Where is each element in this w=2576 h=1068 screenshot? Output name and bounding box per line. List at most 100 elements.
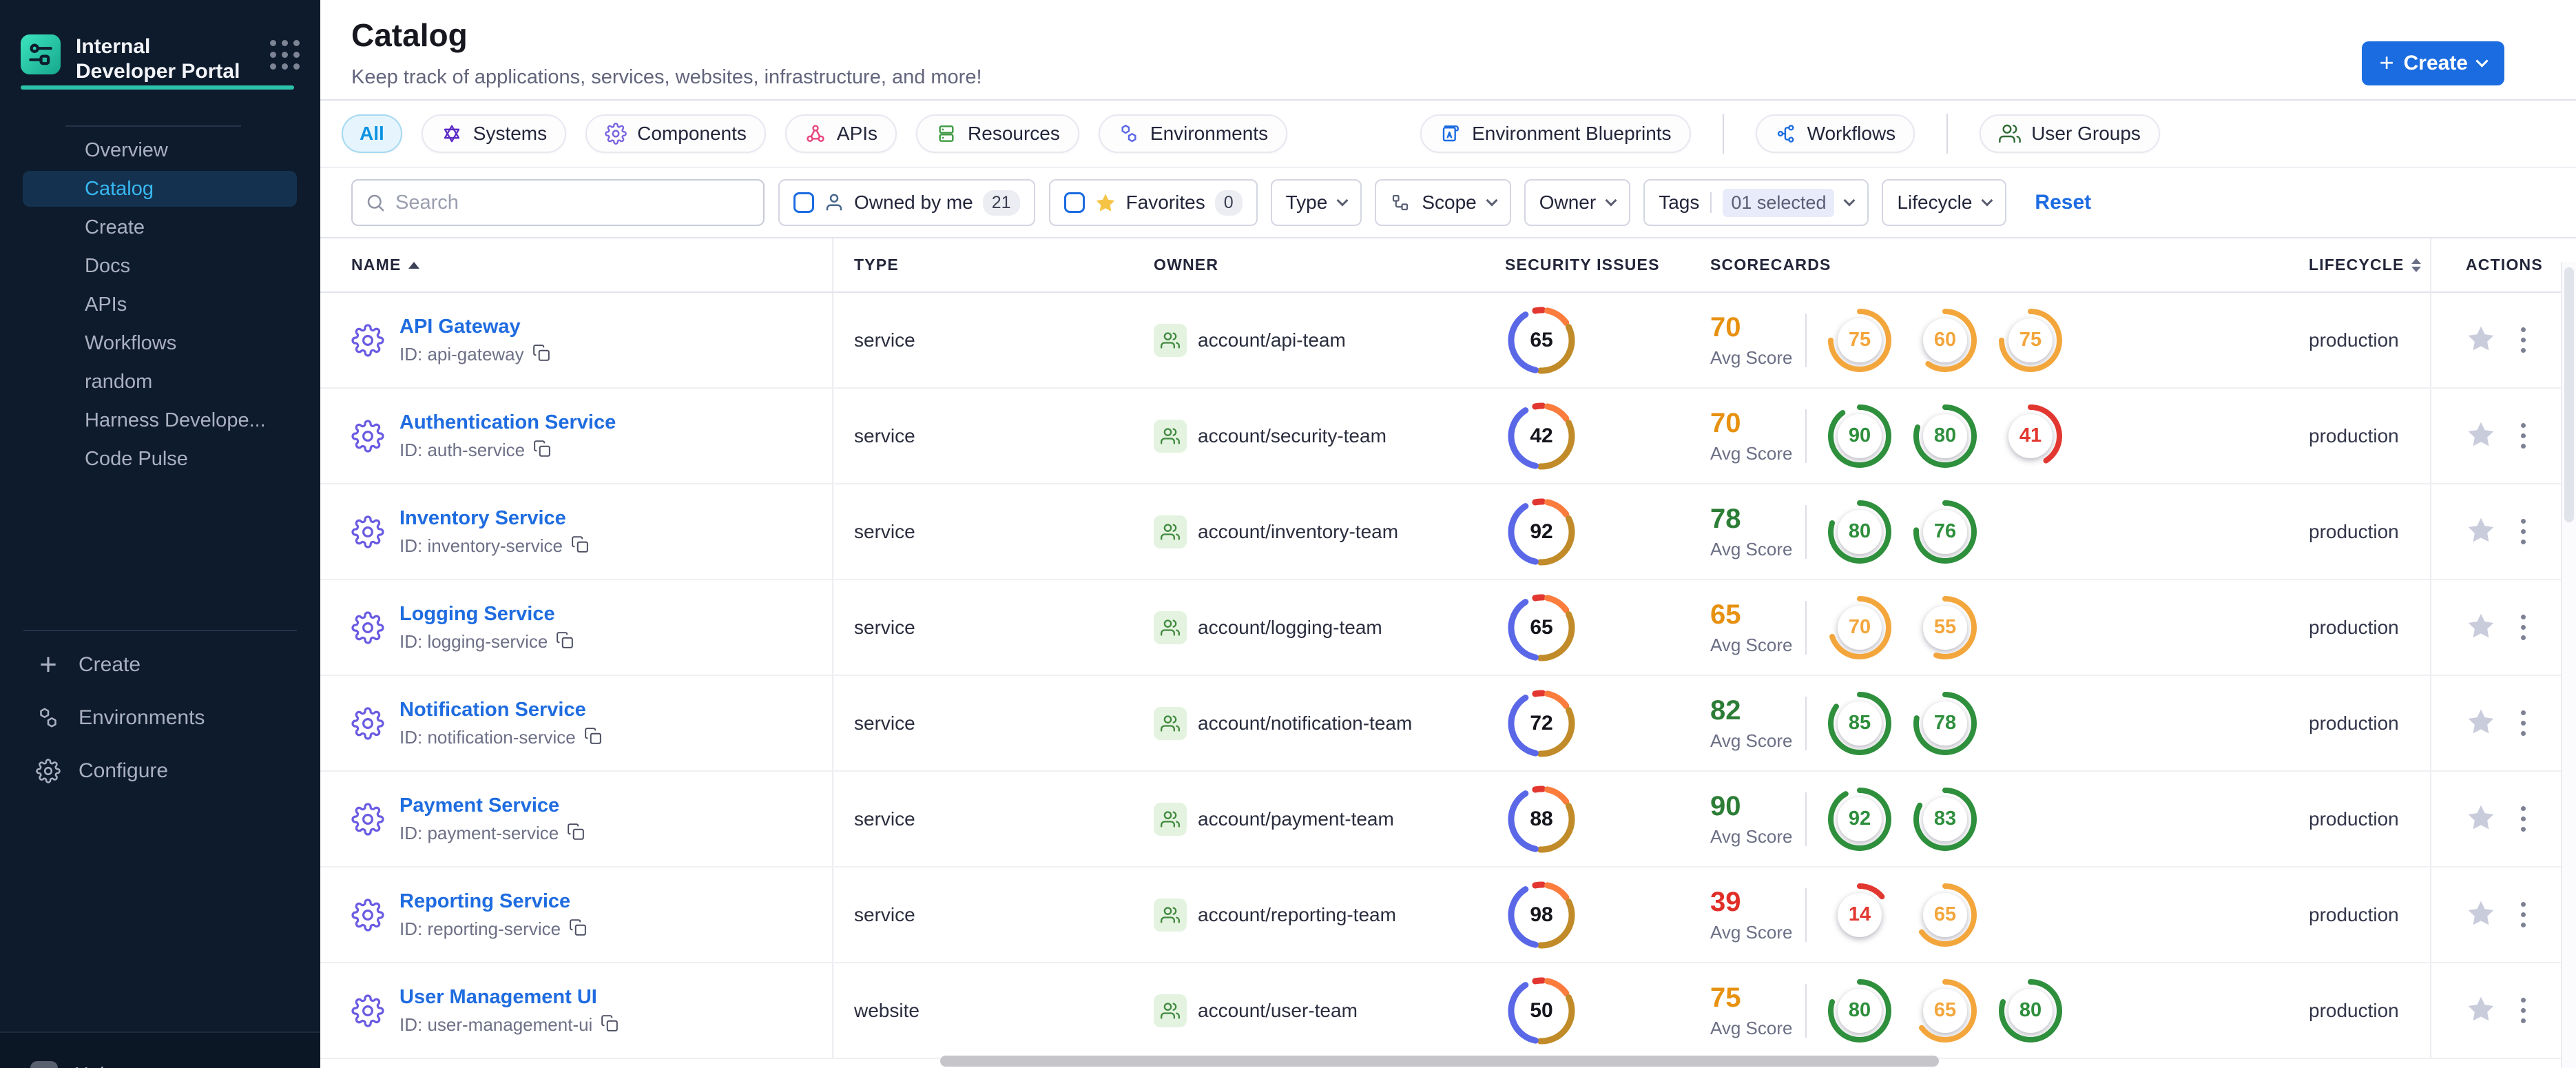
- favorite-star-icon[interactable]: [2466, 802, 2496, 836]
- scorecard-ring[interactable]: 76: [1913, 500, 1977, 564]
- kebab-menu-icon[interactable]: [2517, 323, 2530, 357]
- scorecard-ring[interactable]: 75: [1999, 308, 2062, 372]
- kebab-menu-icon[interactable]: [2517, 802, 2530, 836]
- copy-icon[interactable]: [533, 440, 551, 461]
- entity-name-link[interactable]: Payment Service: [399, 794, 585, 817]
- sidebar-item-harness-develope[interactable]: Harness Develope...: [23, 402, 297, 438]
- scorecard-ring[interactable]: 78: [1913, 691, 1977, 755]
- vertical-scrollbar[interactable]: [2561, 262, 2576, 1068]
- copy-icon[interactable]: [571, 535, 589, 557]
- tab-apis[interactable]: APIs: [785, 114, 897, 153]
- sidebar-item-docs[interactable]: Docs: [23, 248, 297, 284]
- entity-name-link[interactable]: Logging Service: [399, 603, 574, 626]
- kebab-menu-icon[interactable]: [2517, 610, 2530, 644]
- owner-name: account/logging-team: [1198, 616, 1382, 638]
- scorecard-ring[interactable]: 80: [1828, 500, 1891, 564]
- owned-by-me-checkbox[interactable]: [793, 192, 814, 213]
- favorite-star-icon[interactable]: [2466, 323, 2496, 357]
- scorecard-ring[interactable]: 80: [1828, 978, 1891, 1043]
- tab-systems[interactable]: Systems: [421, 114, 567, 153]
- scorecard-ring[interactable]: 14: [1828, 883, 1891, 947]
- scorecard-ring[interactable]: 75: [1828, 308, 1891, 372]
- entity-name-link[interactable]: Reporting Service: [399, 890, 587, 913]
- sidebar-item-help[interactable]: ? Help: [30, 1061, 116, 1068]
- sidebar-item-create[interactable]: Create: [23, 209, 297, 245]
- kebab-menu-icon[interactable]: [2517, 898, 2530, 932]
- column-header-owner[interactable]: OWNER: [1143, 238, 1488, 291]
- scorecard-ring[interactable]: 60: [1913, 308, 1977, 372]
- create-button[interactable]: + Create: [2361, 41, 2504, 85]
- favorite-star-icon[interactable]: [2466, 994, 2496, 1027]
- tab-user-groups[interactable]: User Groups: [1980, 114, 2160, 153]
- reset-filters-link[interactable]: Reset: [2035, 191, 2091, 214]
- copy-icon[interactable]: [556, 631, 574, 653]
- tab-environments[interactable]: Environments: [1098, 114, 1288, 153]
- scorecard-ring[interactable]: 65: [1913, 978, 1977, 1043]
- column-header-scorecards[interactable]: SCORECARDS: [1691, 238, 2280, 291]
- entity-name-link[interactable]: Notification Service: [399, 699, 602, 721]
- kebab-menu-icon[interactable]: [2517, 706, 2530, 740]
- column-header-name[interactable]: NAME: [320, 238, 833, 291]
- tab-workflows[interactable]: Workflows: [1755, 114, 1915, 153]
- copy-icon[interactable]: [584, 727, 602, 748]
- lifecycle-dropdown[interactable]: Lifecycle: [1882, 179, 2007, 226]
- sidebar-item-environments[interactable]: Environments: [0, 691, 320, 744]
- entity-name-link[interactable]: Inventory Service: [399, 507, 589, 530]
- tab-all[interactable]: All: [342, 114, 402, 153]
- entity-name-link[interactable]: User Management UI: [399, 986, 619, 1009]
- favorites-checkbox[interactable]: [1063, 192, 1085, 213]
- scorecard-ring[interactable]: 55: [1913, 595, 1977, 659]
- copy-icon[interactable]: [601, 1014, 619, 1036]
- sidebar-item-create[interactable]: + Create: [0, 638, 320, 691]
- scorecard-ring[interactable]: 65: [1913, 883, 1977, 947]
- tags-dropdown[interactable]: Tags 01 selected: [1643, 179, 1869, 226]
- sidebar-item-configure[interactable]: Configure: [0, 744, 320, 797]
- kebab-menu-icon[interactable]: [2517, 419, 2530, 453]
- column-header-lifecycle[interactable]: LIFECYCLE: [2280, 238, 2430, 291]
- horizontal-scrollbar[interactable]: [940, 1056, 1939, 1067]
- favorite-star-icon[interactable]: [2466, 898, 2496, 932]
- owned-by-me-filter[interactable]: Owned by me 21: [778, 179, 1035, 226]
- sidebar-item-catalog[interactable]: Catalog: [23, 171, 297, 207]
- copy-icon[interactable]: [569, 918, 587, 940]
- owner-dropdown[interactable]: Owner: [1524, 179, 1631, 226]
- entity-name-link[interactable]: Authentication Service: [399, 411, 616, 434]
- column-header-security-issues[interactable]: SECURITY ISSUES: [1488, 238, 1691, 291]
- lifecycle-cell: production: [2309, 999, 2399, 1021]
- tab-environment-blueprints[interactable]: Environment Blueprints: [1420, 114, 1691, 153]
- scorecard-ring[interactable]: 80: [1999, 978, 2062, 1043]
- scorecard-value: 80: [1848, 520, 1871, 542]
- tab-resources[interactable]: Resources: [916, 114, 1079, 153]
- scorecard-ring[interactable]: 83: [1913, 787, 1977, 851]
- kebab-menu-icon[interactable]: [2517, 994, 2530, 1027]
- scorecard-ring[interactable]: 80: [1913, 404, 1977, 468]
- tab-components[interactable]: Components: [585, 114, 766, 153]
- column-header-type[interactable]: TYPE: [833, 238, 1143, 291]
- scope-dropdown[interactable]: Scope: [1375, 179, 1511, 226]
- sidebar-item-random[interactable]: random: [23, 364, 297, 400]
- sidebar-item-apis[interactable]: APIs: [23, 287, 297, 322]
- favorite-star-icon[interactable]: [2466, 610, 2496, 644]
- type-dropdown[interactable]: Type: [1270, 179, 1362, 226]
- scorecard-ring[interactable]: 85: [1828, 691, 1891, 755]
- favorite-star-icon[interactable]: [2466, 706, 2496, 740]
- scorecard-ring[interactable]: 90: [1828, 404, 1891, 468]
- search-input[interactable]: [395, 191, 751, 214]
- copy-icon[interactable]: [532, 344, 550, 365]
- favorites-filter[interactable]: Favorites 0: [1048, 179, 1258, 226]
- favorite-star-icon[interactable]: [2466, 515, 2496, 548]
- entity-id: ID: user-management-ui: [399, 1014, 593, 1035]
- sidebar-item-overview[interactable]: Overview: [23, 132, 297, 168]
- sidebar-item-workflows[interactable]: Workflows: [23, 325, 297, 361]
- portal-logo-icon: [21, 34, 61, 74]
- sidebar-item-code-pulse[interactable]: Code Pulse: [23, 441, 297, 477]
- app-grid-icon[interactable]: [270, 40, 300, 70]
- scorecard-ring[interactable]: 70: [1828, 595, 1891, 659]
- column-header-actions[interactable]: ACTIONS: [2430, 238, 2576, 291]
- copy-icon[interactable]: [567, 823, 585, 844]
- scorecard-ring[interactable]: 41: [1999, 404, 2062, 468]
- kebab-menu-icon[interactable]: [2517, 515, 2530, 548]
- entity-name-link[interactable]: API Gateway: [399, 316, 550, 338]
- favorite-star-icon[interactable]: [2466, 419, 2496, 453]
- scorecard-ring[interactable]: 92: [1828, 787, 1891, 851]
